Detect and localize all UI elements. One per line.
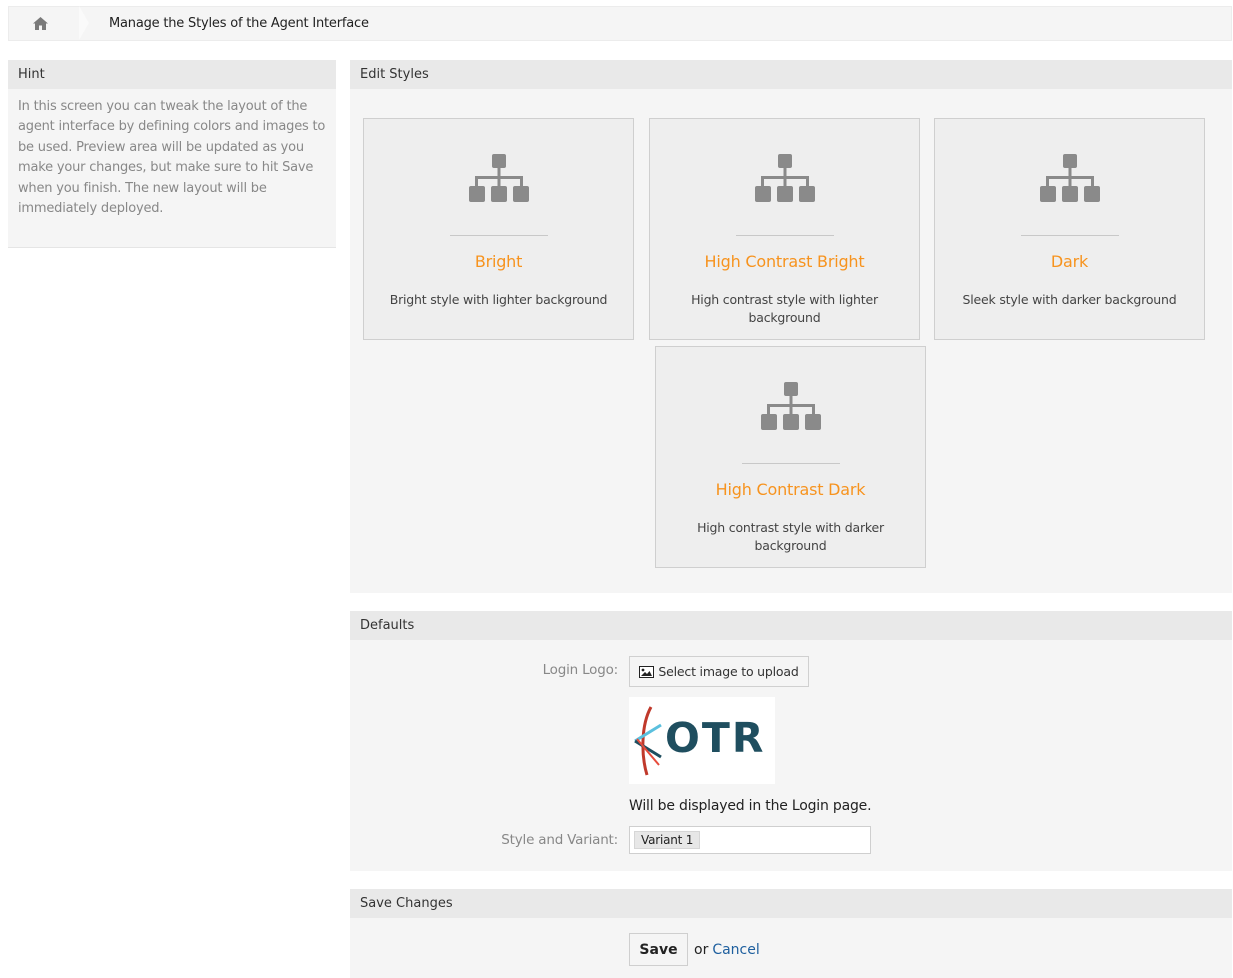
otrs-logo-mark	[634, 706, 662, 776]
style-name: High Contrast Bright	[704, 252, 865, 271]
hint-title: Hint	[8, 60, 336, 89]
or-text: or	[694, 941, 709, 958]
sitemap-icon	[760, 382, 821, 430]
select-image-label: Select image to upload	[658, 664, 799, 679]
logo-wordmark: OTR	[665, 714, 766, 762]
selected-variant-tag[interactable]: Variant 1	[634, 831, 701, 849]
hint-widget: Hint In this screen you can tweak the la…	[8, 60, 336, 248]
sitemap-icon	[754, 154, 815, 202]
login-logo-label: Login Logo:	[542, 662, 619, 678]
save-row: Save or Cancel	[629, 933, 760, 966]
sitemap-icon	[1039, 154, 1100, 202]
style-card-high-contrast-dark[interactable]: High Contrast Dark High contrast style w…	[655, 346, 926, 568]
home-button[interactable]	[9, 6, 89, 41]
edit-styles-title: Edit Styles	[350, 60, 1232, 89]
sitemap-icon	[468, 154, 529, 202]
style-variant-select[interactable]: Variant 1	[629, 826, 871, 854]
logo-note: Will be displayed in the Login page.	[629, 798, 872, 814]
style-name: High Contrast Dark	[715, 480, 866, 499]
login-logo-preview: OTR	[629, 697, 775, 784]
save-changes-widget: Save Changes Save or Cancel	[350, 889, 1232, 978]
save-button[interactable]: Save	[629, 933, 688, 966]
style-description: Sleek style with darker background	[962, 292, 1177, 307]
style-description: Bright style with lighter background	[389, 292, 608, 307]
style-description: High contrast style with darker backgrou…	[697, 520, 884, 553]
breadcrumb: Manage the Styles of the Agent Interface	[8, 6, 1232, 41]
style-card-bright[interactable]: Bright Bright style with lighter backgro…	[363, 118, 634, 340]
style-description: High contrast style with lighter backgro…	[691, 292, 878, 325]
variant-label: Style and Variant:	[501, 832, 618, 848]
defaults-title: Defaults	[350, 611, 1232, 640]
edit-styles-widget: Edit Styles Bright Bright style with lig…	[350, 60, 1232, 593]
save-changes-title: Save Changes	[350, 889, 1232, 918]
style-name: Bright	[474, 252, 523, 271]
defaults-widget: Defaults Login Logo: Select image to upl…	[350, 611, 1232, 871]
style-name: Dark	[1050, 252, 1089, 271]
cancel-link[interactable]: Cancel	[712, 942, 759, 958]
divider	[449, 235, 548, 236]
home-icon	[32, 17, 48, 30]
image-icon	[639, 665, 655, 678]
divider	[741, 463, 840, 464]
page-title: Manage the Styles of the Agent Interface	[109, 16, 369, 31]
hint-text: In this screen you can tweak the layout …	[18, 99, 326, 217]
divider	[735, 235, 834, 236]
style-card-high-contrast-bright[interactable]: High Contrast Bright High contrast style…	[649, 118, 920, 340]
style-card-dark[interactable]: Dark Sleek style with darker background	[934, 118, 1205, 340]
select-image-button[interactable]: Select image to upload	[629, 656, 809, 687]
divider	[1020, 235, 1119, 236]
